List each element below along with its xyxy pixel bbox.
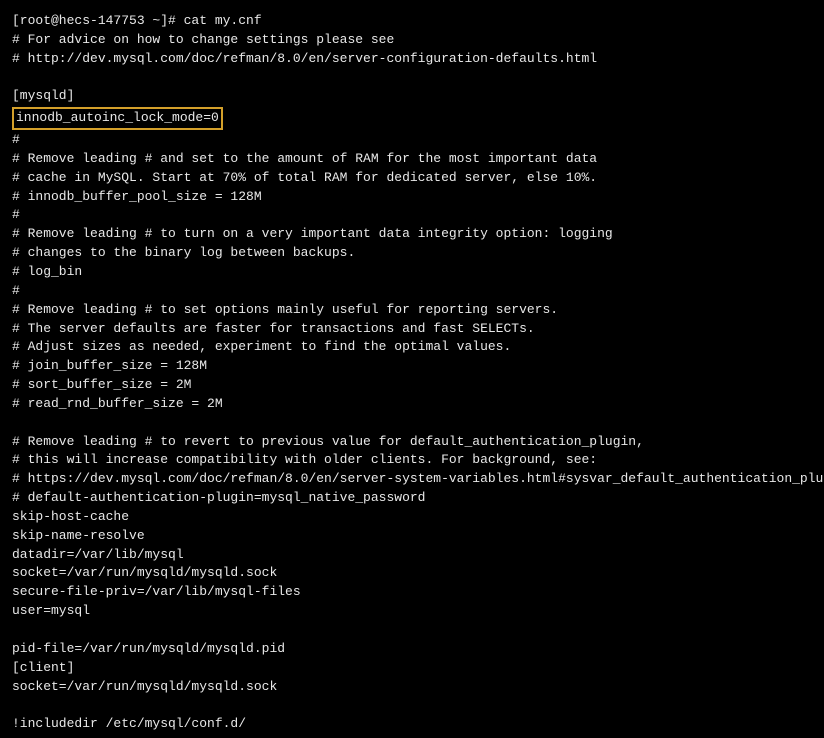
config-line: skip-name-resolve	[12, 527, 812, 546]
config-line: # Remove leading # to turn on a very imp…	[12, 225, 812, 244]
config-line: # log_bin	[12, 263, 812, 282]
config-line: #	[12, 282, 812, 301]
config-line: # For advice on how to change settings p…	[12, 31, 812, 50]
config-line: socket=/var/run/mysqld/mysqld.sock	[12, 678, 812, 697]
config-line: # https://dev.mysql.com/doc/refman/8.0/e…	[12, 470, 812, 489]
config-blank-line	[12, 414, 812, 433]
config-blank-line	[12, 69, 812, 88]
config-line: # read_rnd_buffer_size = 2M	[12, 395, 812, 414]
config-line: # http://dev.mysql.com/doc/refman/8.0/en…	[12, 50, 812, 69]
config-section-header: [client]	[12, 659, 812, 678]
config-line: # Adjust sizes as needed, experiment to …	[12, 338, 812, 357]
config-line: # Remove leading # and set to the amount…	[12, 150, 812, 169]
config-line: # The server defaults are faster for tra…	[12, 320, 812, 339]
config-line: socket=/var/run/mysqld/mysqld.sock	[12, 564, 812, 583]
config-line: datadir=/var/lib/mysql	[12, 546, 812, 565]
config-line: pid-file=/var/run/mysqld/mysqld.pid	[12, 640, 812, 659]
config-line: # Remove leading # to set options mainly…	[12, 301, 812, 320]
highlighted-text: innodb_autoinc_lock_mode=0	[12, 107, 223, 130]
shell-prompt-line: [root@hecs-147753 ~]# cat my.cnf	[12, 12, 812, 31]
config-blank-line	[12, 621, 812, 640]
config-line: # join_buffer_size = 128M	[12, 357, 812, 376]
config-line: secure-file-priv=/var/lib/mysql-files	[12, 583, 812, 602]
config-line: user=mysql	[12, 602, 812, 621]
config-line: #	[12, 131, 812, 150]
config-line: # sort_buffer_size = 2M	[12, 376, 812, 395]
config-line: # changes to the binary log between back…	[12, 244, 812, 263]
highlighted-config-line: innodb_autoinc_lock_mode=0	[12, 106, 812, 131]
config-line: # default-authentication-plugin=mysql_na…	[12, 489, 812, 508]
config-line: # this will increase compatibility with …	[12, 451, 812, 470]
config-section-header: [mysqld]	[12, 87, 812, 106]
config-line: skip-host-cache	[12, 508, 812, 527]
config-line: !includedir /etc/mysql/conf.d/	[12, 715, 812, 734]
config-line: #	[12, 206, 812, 225]
terminal-window[interactable]: [root@hecs-147753 ~]# cat my.cnf # For a…	[12, 8, 812, 738]
config-line: # cache in MySQL. Start at 70% of total …	[12, 169, 812, 188]
config-line: # Remove leading # to revert to previous…	[12, 433, 812, 452]
config-blank-line	[12, 696, 812, 715]
config-line: # innodb_buffer_pool_size = 128M	[12, 188, 812, 207]
